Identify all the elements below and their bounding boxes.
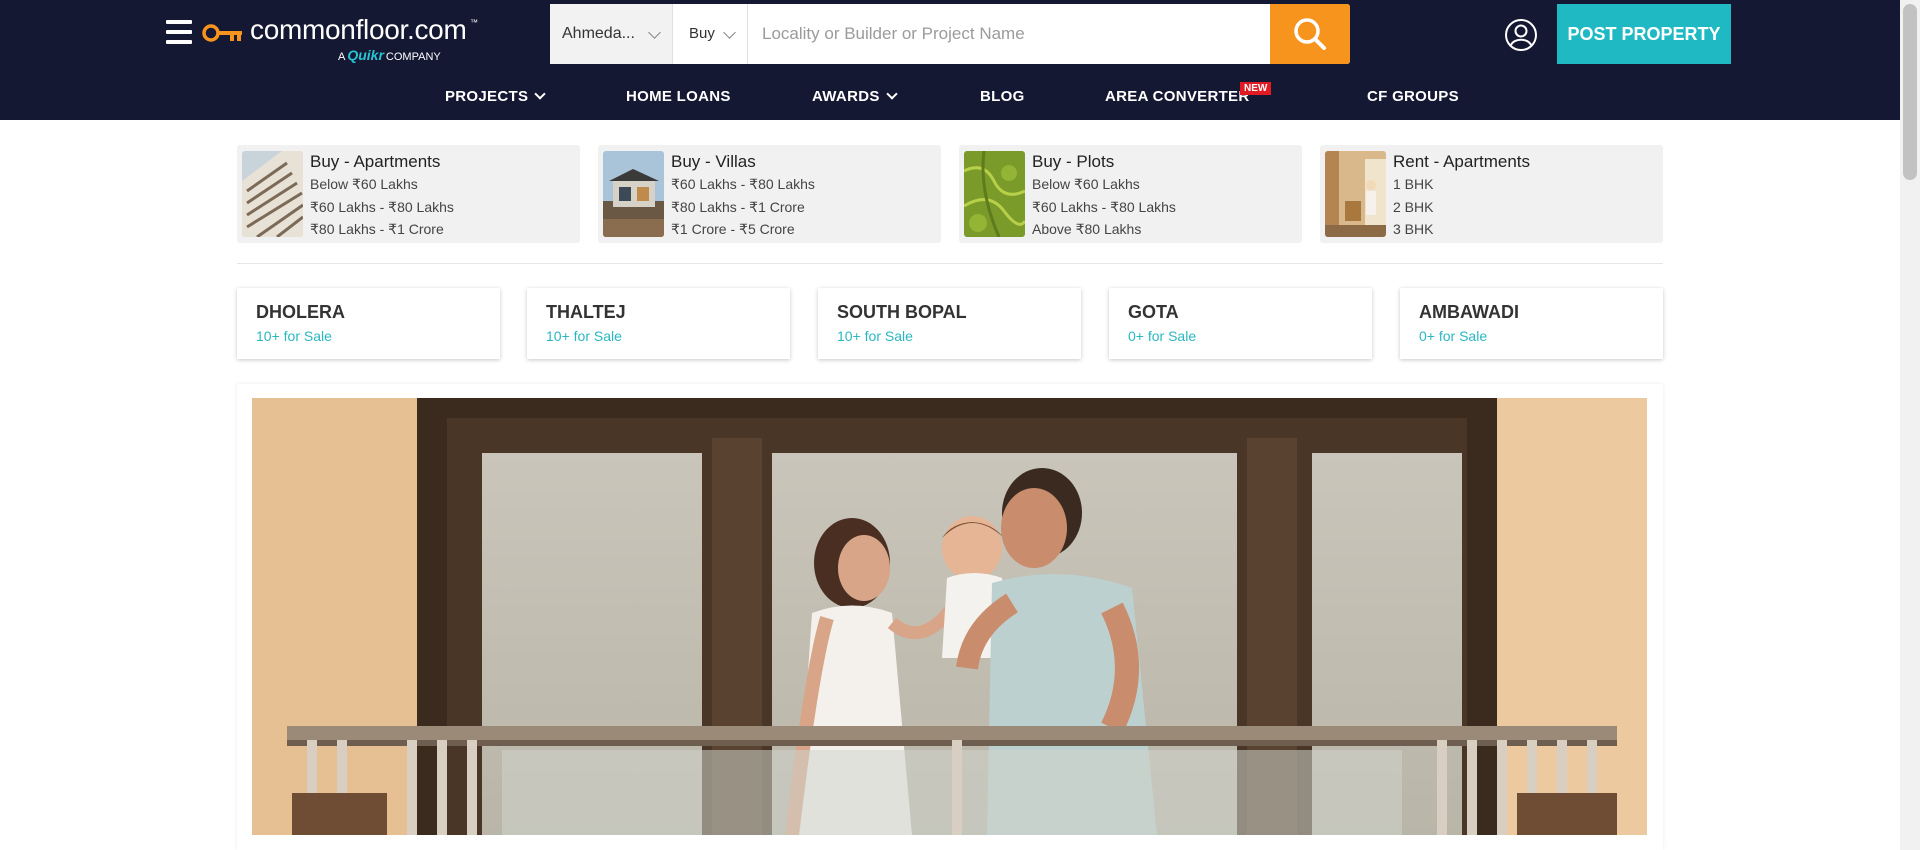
nav-projects-label: PROJECTS [445, 88, 529, 105]
category-title: Buy - Apartments [310, 152, 441, 171]
plots-thumbnail [964, 151, 1025, 237]
villas-thumbnail [603, 151, 664, 237]
quikr-brand: Quikr [347, 47, 384, 63]
logo-tagline: A Quikr COMPANY [338, 47, 441, 63]
locality-name: THALTEJ [546, 302, 626, 322]
commonfloor-logo[interactable]: commonfloor.com ™ A Quikr COMPANY [202, 10, 492, 66]
category-title: Rent - Apartments [1393, 152, 1531, 171]
locality-card-ambawadi[interactable]: AMBAWADI 0+ for Sale [1400, 288, 1663, 359]
locality-card-gota[interactable]: GOTA 0+ for Sale [1109, 288, 1372, 359]
nav-cf-groups-label: CF GROUPS [1367, 88, 1459, 105]
category-title: Buy - Villas [671, 152, 756, 171]
nav-cf-groups[interactable]: CF GROUPS [1367, 88, 1459, 108]
category-card-buy-apartments[interactable]: Buy - Apartments Below ₹60 Lakhs ₹60 Lak… [237, 145, 580, 243]
locality-card-south-bopal[interactable]: SOUTH BOPAL 10+ for Sale [818, 288, 1081, 359]
category-card-buy-villas[interactable]: Buy - Villas ₹60 Lakhs - ₹80 Lakhs ₹80 L… [598, 145, 941, 243]
locality-name: DHOLERA [256, 302, 345, 322]
nav-projects[interactable]: PROJECTS [445, 88, 546, 108]
category-link[interactable]: ₹80 Lakhs - ₹1 Crore [671, 199, 805, 216]
category-card-rent-apartments[interactable]: Rent - Apartments 1 BHK 2 BHK 3 BHK [1320, 145, 1663, 243]
rent-thumbnail [1325, 151, 1386, 237]
logo-trademark: ™ [470, 18, 478, 27]
logo-tagline-prefix: A [338, 51, 346, 63]
locality-count: 10+ for Sale [837, 328, 913, 344]
category-card-buy-plots[interactable]: Buy - Plots Below ₹60 Lakhs ₹60 Lakhs - … [959, 145, 1302, 243]
category-link[interactable]: ₹60 Lakhs - ₹80 Lakhs [310, 199, 454, 216]
search-icon [1294, 18, 1326, 50]
locality-count: 0+ for Sale [1128, 328, 1197, 344]
category-link[interactable]: Above ₹80 Lakhs [1032, 221, 1141, 238]
post-property-button[interactable]: POST PROPERTY [1557, 4, 1731, 64]
listing-type-value: Buy [689, 25, 715, 42]
category-link[interactable]: ₹60 Lakhs - ₹80 Lakhs [671, 176, 815, 193]
key-icon [202, 24, 242, 42]
hamburger-menu-icon[interactable] [166, 18, 192, 46]
top-header: commonfloor.com ™ A Quikr COMPANY Ahmeda..… [0, 0, 1900, 120]
chevron-down-icon [885, 88, 898, 100]
nav-home-loans-label: HOME LOANS [626, 88, 731, 105]
city-dropdown-value: Ahmeda... [562, 25, 635, 42]
locality-card-dholera[interactable]: DHOLERA 10+ for Sale [237, 288, 500, 359]
chevron-down-icon [648, 26, 661, 39]
category-link[interactable]: 2 BHK [1393, 199, 1433, 215]
locality-count: 10+ for Sale [546, 328, 622, 344]
chevron-down-icon [534, 88, 546, 100]
locality-name: GOTA [1128, 302, 1179, 322]
nav-blog[interactable]: BLOG [980, 88, 1025, 108]
nav-awards[interactable]: AWARDS [812, 88, 898, 108]
search-bar: Ahmeda... Buy [550, 4, 1350, 64]
user-account-icon[interactable] [1504, 18, 1538, 52]
section-divider [237, 263, 1663, 264]
locality-name: SOUTH BOPAL [837, 302, 967, 322]
nav-area-converter-label: AREA CONVERTER [1105, 88, 1250, 105]
category-title: Buy - Plots [1032, 152, 1115, 171]
locality-name: AMBAWADI [1419, 302, 1519, 322]
search-button[interactable] [1270, 4, 1350, 64]
scrollbar-thumb[interactable] [1903, 4, 1917, 180]
category-link[interactable]: ₹60 Lakhs - ₹80 Lakhs [1032, 199, 1176, 216]
nav-home-loans[interactable]: HOME LOANS [626, 88, 731, 108]
city-dropdown[interactable]: Ahmeda... [550, 4, 673, 64]
new-badge: NEW [1240, 82, 1272, 95]
category-link[interactable]: Below ₹60 Lakhs [1032, 176, 1140, 193]
chevron-down-icon [723, 26, 736, 39]
logo-wordmark: commonfloor.com [250, 14, 467, 45]
category-link[interactable]: 1 BHK [1393, 176, 1433, 192]
category-link[interactable]: Below ₹60 Lakhs [310, 176, 418, 193]
search-input[interactable] [750, 4, 1270, 64]
category-link[interactable]: ₹80 Lakhs - ₹1 Crore [310, 221, 444, 238]
hero-banner-image[interactable] [252, 398, 1647, 835]
listing-type-dropdown[interactable]: Buy [673, 4, 748, 64]
category-link[interactable]: 3 BHK [1393, 221, 1433, 237]
locality-card-thaltej[interactable]: THALTEJ 10+ for Sale [527, 288, 790, 359]
nav-blog-label: BLOG [980, 88, 1025, 105]
logo-tagline-suffix: COMPANY [385, 51, 441, 63]
apartments-thumbnail [242, 151, 303, 237]
nav-awards-label: AWARDS [812, 88, 880, 105]
locality-count: 0+ for Sale [1419, 328, 1488, 344]
category-link[interactable]: ₹1 Crore - ₹5 Crore [671, 221, 795, 238]
locality-count: 10+ for Sale [256, 328, 332, 344]
nav-area-converter[interactable]: AREA CONVERTER NEW [1105, 82, 1272, 108]
